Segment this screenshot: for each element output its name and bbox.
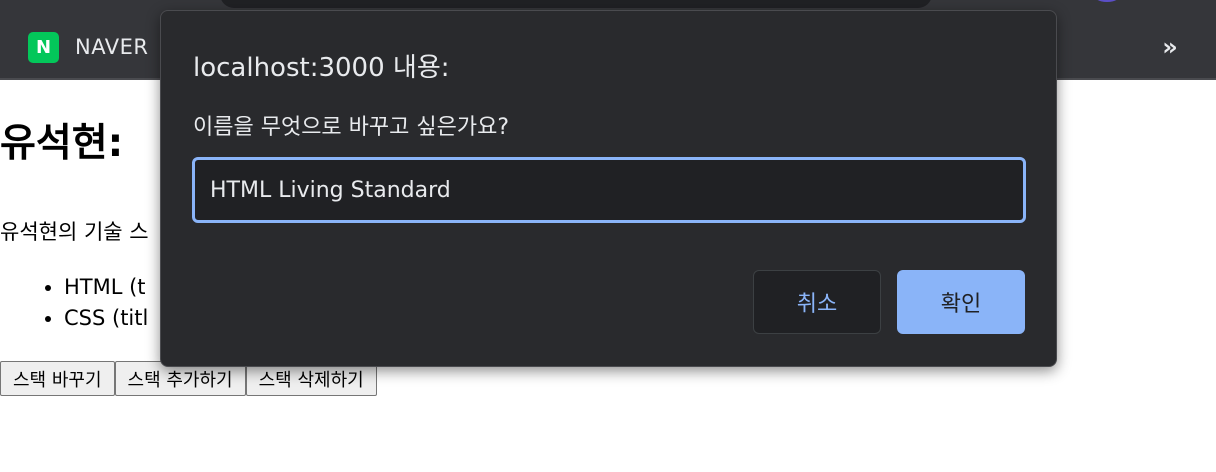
bookmark-naver[interactable]: N NAVER xyxy=(28,31,149,63)
bookmark-label: NAVER xyxy=(75,35,149,59)
page-title: 유석현: xyxy=(0,121,124,166)
prompt-input[interactable] xyxy=(192,157,1026,223)
stack-list: HTML (t CSS (titl xyxy=(36,272,148,334)
naver-logo-icon: N xyxy=(28,31,59,63)
cancel-button[interactable]: 취소 xyxy=(753,270,881,334)
stack-intro-text: 유석현의 기술 스 xyxy=(0,220,149,244)
profile-avatar[interactable] xyxy=(1092,0,1122,2)
ok-button[interactable]: 확인 xyxy=(897,270,1025,334)
prompt-dialog: localhost:3000 내용: 이름을 무엇으로 바꾸고 싶은가요? 취소… xyxy=(160,10,1057,367)
more-bookmarks-icon[interactable]: » xyxy=(1158,30,1182,64)
change-stack-button[interactable]: 스택 바꾸기 xyxy=(0,361,115,396)
dialog-message: 이름을 무엇으로 바꾸고 싶은가요? xyxy=(193,115,510,140)
address-bar[interactable] xyxy=(220,0,932,8)
list-item: HTML (t xyxy=(64,272,148,303)
dialog-title: localhost:3000 내용: xyxy=(193,53,450,83)
list-item: CSS (titl xyxy=(64,303,148,334)
